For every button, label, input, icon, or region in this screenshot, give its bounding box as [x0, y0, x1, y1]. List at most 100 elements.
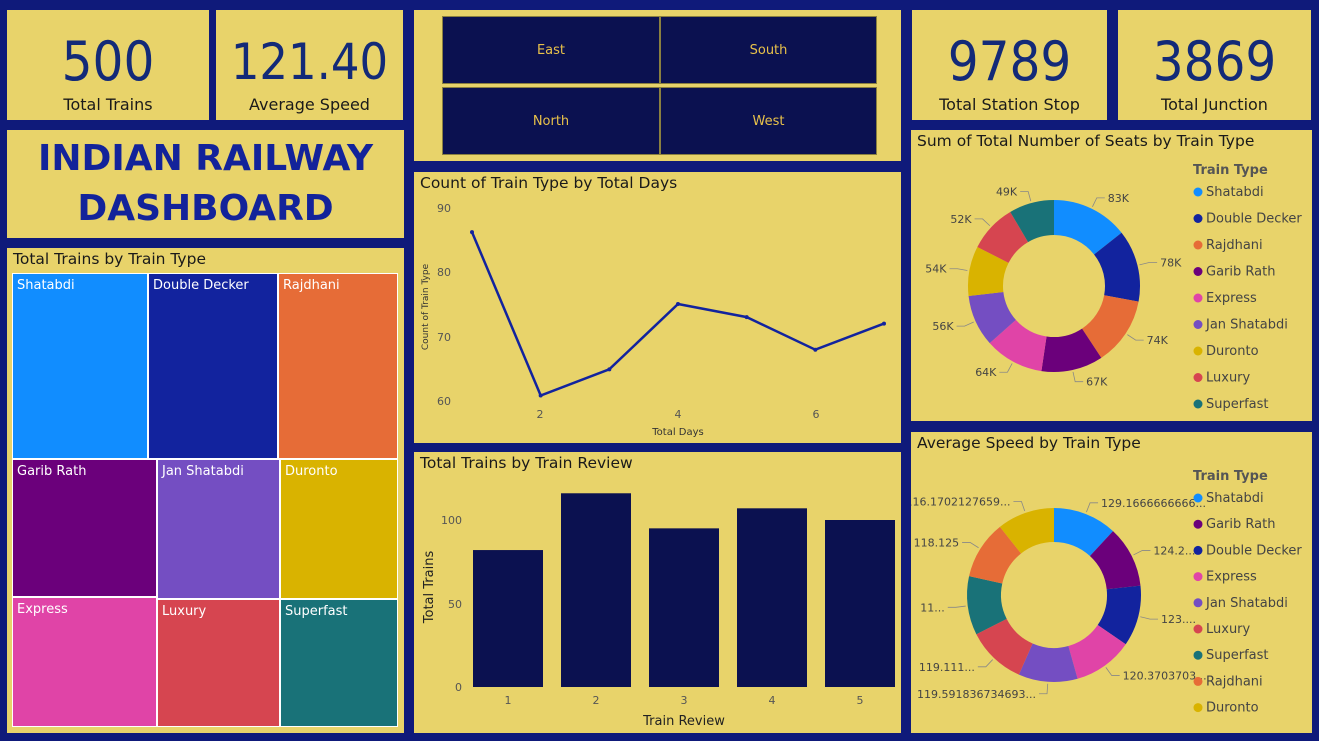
- treemap-cell-shatabdi[interactable]: Shatabdi: [12, 273, 148, 459]
- treemap-cell-duronto[interactable]: Duronto: [280, 459, 398, 599]
- dashboard-title-line2: DASHBOARD: [77, 188, 334, 229]
- data-label: 64K: [975, 366, 997, 379]
- data-label: 124.2...: [1153, 544, 1195, 557]
- bar-chart-visual: Total Trains by Train Review Total Train…: [414, 452, 901, 733]
- y-tick-label: 0: [455, 681, 462, 694]
- legend-item[interactable]: Garib Rath: [1206, 517, 1275, 532]
- x-tick-label: 5: [857, 694, 864, 707]
- legend-item[interactable]: Express: [1206, 291, 1257, 306]
- x-tick-label: 2: [593, 694, 600, 707]
- data-label: 49K: [996, 185, 1018, 198]
- line-series[interactable]: [470, 231, 885, 398]
- treemap-cell-superfast[interactable]: Superfast: [280, 599, 398, 727]
- legend-item[interactable]: Shatabdi: [1206, 185, 1264, 200]
- legend-item[interactable]: Jan Shatabdi: [1205, 318, 1288, 333]
- line-point[interactable]: [676, 302, 680, 306]
- legend-item[interactable]: Luxury: [1206, 622, 1251, 637]
- legend-item[interactable]: Double Decker: [1206, 543, 1302, 558]
- line-point[interactable]: [882, 321, 886, 326]
- line-point[interactable]: [538, 393, 543, 398]
- data-label: 119.111...: [919, 661, 975, 674]
- x-tick-label: 3: [681, 694, 688, 707]
- kpi-total-trains-label: Total Trains: [63, 95, 153, 114]
- slicer-west-button[interactable]: West: [660, 87, 877, 155]
- legend-marker: [1193, 373, 1203, 382]
- line-point[interactable]: [470, 230, 474, 235]
- treemap-cell-rajdhani[interactable]: Rajdhani: [278, 273, 398, 459]
- legend-marker: [1193, 346, 1203, 356]
- treemap-label: Express: [17, 602, 68, 617]
- legend-marker: [1193, 598, 1203, 608]
- y-tick-label: 60: [437, 395, 451, 408]
- treemap-visual: Total Trains by Train Type Shatabdi Doub…: [7, 248, 404, 733]
- treemap-label: Garib Rath: [17, 464, 87, 479]
- bar[interactable]: [825, 520, 895, 687]
- leader-line: [1140, 616, 1159, 620]
- legend-marker: [1193, 519, 1203, 529]
- legend-item[interactable]: Shatabdi: [1206, 491, 1264, 506]
- x-tick-label: 2: [537, 408, 544, 421]
- line-point[interactable]: [744, 315, 749, 320]
- treemap-label: Duronto: [285, 464, 338, 479]
- legend-item[interactable]: Garib Rath: [1206, 265, 1275, 280]
- treemap-label: Jan Shatabdi: [162, 464, 244, 479]
- bar[interactable]: [561, 493, 631, 687]
- leader-line: [962, 542, 979, 549]
- legend-marker: [1193, 493, 1203, 503]
- leader-line: [999, 363, 1013, 373]
- data-label: 74K: [1147, 334, 1169, 347]
- bar[interactable]: [737, 508, 807, 687]
- donut-speed-visual: Average Speed by Train Type 129.16666666…: [911, 432, 1312, 733]
- data-label: 83K: [1108, 192, 1130, 205]
- legend-item[interactable]: Duronto: [1206, 701, 1259, 716]
- data-label: 56K: [932, 320, 954, 333]
- treemap-cell-garib-rath[interactable]: Garib Rath: [12, 459, 157, 597]
- line-chart-svg: Count of Train Type Total Days 90 80 70 …: [421, 202, 886, 438]
- donut-seats-svg: 83K 78K 74K 67K 64K 56K 54K 52K 49K Train Type Sha…: [925, 163, 1302, 412]
- data-label: 54K: [925, 263, 947, 276]
- x-tick-label: 4: [769, 694, 776, 707]
- y-tick-label: 100: [441, 514, 462, 527]
- legend-item[interactable]: Superfast: [1206, 397, 1269, 412]
- legend-item[interactable]: Rajdhani: [1206, 674, 1263, 689]
- treemap-label: Rajdhani: [283, 278, 340, 293]
- leader-line: [1086, 502, 1099, 513]
- legend-item[interactable]: Superfast: [1206, 648, 1269, 663]
- dashboard-title-card: INDIAN RAILWAY DASHBOARD: [7, 130, 404, 238]
- line-point[interactable]: [607, 367, 612, 372]
- bar[interactable]: [649, 528, 719, 687]
- kpi-total-junction-value: 3869: [1152, 30, 1277, 93]
- treemap-cell-double-decker[interactable]: Double Decker: [148, 273, 278, 459]
- kpi-total-station-stop-card: 9789 Total Station Stop: [912, 10, 1107, 120]
- legend-item[interactable]: Jan Shatabdi: [1205, 596, 1288, 611]
- legend-item[interactable]: Luxury: [1206, 371, 1251, 386]
- data-label: 129.1666666666...: [1101, 497, 1206, 510]
- y-axis-title: Count of Train Type: [421, 263, 431, 350]
- data-label: 67K: [1086, 376, 1108, 389]
- kpi-total-junction-card: 3869 Total Junction: [1118, 10, 1311, 120]
- bar[interactable]: [473, 550, 543, 687]
- leader-line: [1072, 371, 1084, 383]
- legend-item[interactable]: Duronto: [1206, 344, 1259, 359]
- slicer-east-button[interactable]: East: [442, 16, 660, 84]
- x-axis-title: Train Review: [642, 714, 725, 729]
- treemap-cell-express[interactable]: Express: [12, 597, 157, 727]
- y-tick-label: 50: [448, 598, 462, 611]
- legend-marker: [1193, 545, 1203, 555]
- treemap-cell-luxury[interactable]: Luxury: [157, 599, 280, 727]
- legend-item[interactable]: Double Decker: [1206, 212, 1302, 227]
- treemap-cell-jan-shatabdi[interactable]: Jan Shatabdi: [157, 459, 280, 599]
- x-tick-label: 4: [675, 408, 682, 421]
- kpi-total-trains-value: 500: [61, 30, 155, 93]
- legend-item[interactable]: Express: [1206, 570, 1257, 585]
- leader-line: [1092, 197, 1105, 208]
- line-point[interactable]: [813, 347, 818, 352]
- slicer-south-button[interactable]: South: [660, 16, 877, 84]
- legend-marker: [1193, 624, 1203, 634]
- legend-title: Train Type: [1193, 163, 1268, 178]
- donut-seats-visual: Sum of Total Number of Seats by Train Ty…: [911, 130, 1312, 421]
- legend-item[interactable]: Rajdhani: [1206, 238, 1263, 253]
- data-label: 11...: [920, 601, 945, 614]
- slicer-north-button[interactable]: North: [442, 87, 660, 155]
- kpi-total-junction-label: Total Junction: [1161, 95, 1268, 114]
